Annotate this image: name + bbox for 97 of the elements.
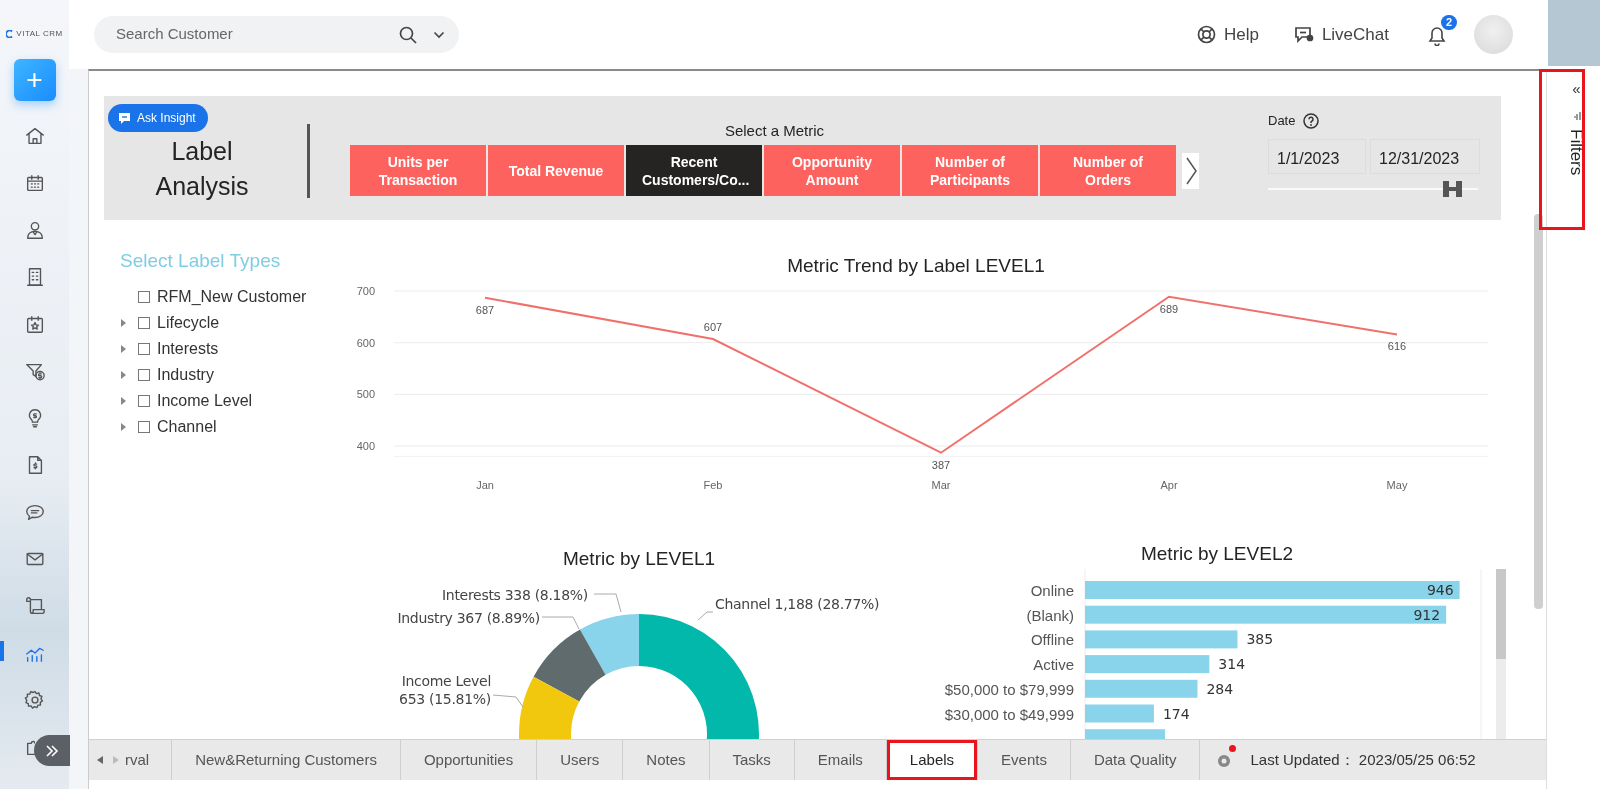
data-label: 689 [1159,302,1179,315]
data-label: Channel 1,188 (28.77%) [715,595,880,614]
axis-label: 600 [356,336,375,349]
chart-title: Metric Trend by Label LEVEL1 [787,255,1045,276]
search-input[interactable]: Search Customer [114,22,383,47]
axis-label: Jan [476,479,494,491]
data-label: Income Level 653 (15.81%) [398,672,491,708]
help-icon[interactable] [1303,112,1320,129]
date-label: Date [1268,112,1296,130]
scrollbar[interactable] [1534,214,1543,609]
bar [1085,704,1154,723]
scrollbar[interactable] [1496,569,1506,659]
category-label: Online [1030,582,1074,599]
axis-label: 400 [356,440,375,452]
end-date-field[interactable]: 12/31/2023 [1370,138,1480,174]
data-label: 616 [1387,340,1407,353]
axis-label: Mar [931,479,951,491]
expand-button[interactable] [34,735,70,766]
logo-icon [6,30,15,38]
tree-item-label[interactable]: Channel [157,414,217,439]
checkbox[interactable] [138,368,150,381]
donut-slice [519,676,580,739]
data-label: 314 [1218,656,1246,673]
leader-line [593,593,622,613]
axis-label: Feb [703,479,723,491]
axis-label: May [1386,479,1408,491]
report-title: Label Analysis [154,136,250,202]
chat-icon [118,111,131,125]
chat-icon [1292,24,1314,45]
leader-line [492,694,524,708]
chevron-right-icon [1184,156,1197,186]
double-chevron-icon [45,744,59,757]
data-label: Industry 367 (8.89%) [397,609,540,628]
tree-item-label[interactable]: RFM_New Customer [157,284,307,309]
data-label: 284 [1206,680,1234,697]
tree-item-label[interactable]: Income Level [157,388,253,413]
search-bar[interactable]: Search Customer [94,16,459,53]
tree-item-label[interactable]: Interests [157,336,219,361]
expand-caret-icon[interactable] [120,371,126,380]
checkbox[interactable] [138,394,150,407]
scroll-left-icon[interactable] [97,756,104,764]
expand-caret-icon[interactable] [120,397,126,406]
gear-icon[interactable] [23,689,46,711]
category-label: $30,000 to $49,999 [944,705,1074,723]
data-label: 174 [1162,705,1190,722]
expand-caret-icon[interactable] [120,423,126,432]
data-label: 946 [1426,582,1454,598]
category-label: (Blank) [1026,606,1074,624]
start-date-field[interactable]: 1/1/2023 [1268,138,1366,174]
collapse-button[interactable]: « [1572,81,1581,97]
search-icon[interactable] [399,25,417,44]
bell-icon [1428,26,1446,47]
filter-icon [1573,111,1582,121]
tree-item-label[interactable]: Industry [157,362,214,387]
livechat-link[interactable]: LiveChat [1292,21,1389,48]
lifebuoy-icon [1196,25,1216,44]
section-title: Select Label Types [120,249,282,273]
expand-caret-icon[interactable] [120,319,126,328]
data-label: 607 [703,321,723,334]
axis-label: 500 [356,388,375,401]
checkbox[interactable] [138,342,150,355]
checkbox[interactable] [138,290,150,303]
data-label: 385 [1246,631,1274,648]
data-label: 912 [1413,606,1441,623]
page-tab[interactable]: rval [125,740,173,780]
metric-button[interactable]: Recent Customers/Co... [626,145,762,196]
category-label: Active [1033,656,1074,674]
page-tab[interactable]: Labels [886,740,979,780]
expand-caret-icon[interactable] [120,345,126,354]
data-label: Interests 338 (8.18%) [442,586,588,605]
chevron-down-icon[interactable] [433,30,445,39]
notification-count: 2 [1441,14,1458,30]
checkbox[interactable] [138,316,150,329]
data-label: 387 [931,458,951,471]
axis-label: 700 [356,285,375,297]
ask-insight-button[interactable]: Ask Insight [108,104,208,132]
leader-line [541,616,580,630]
category-label: Offline [1030,631,1074,649]
chart-title: Metric by LEVEL2 [1140,543,1294,564]
logo-text: VITAL CRM [16,28,63,40]
alert-dot [1229,745,1237,752]
corner-panel [1548,0,1600,66]
next-button[interactable] [1182,153,1199,189]
gear-icon[interactable] [1216,752,1233,769]
category-label: $50,000 to $79,999 [944,680,1074,698]
metric-label: Select a Metric [723,121,826,138]
data-label: 687 [475,303,495,316]
chart-title: Metric by LEVEL1 [562,548,716,569]
home-icon[interactable] [23,125,46,147]
tree-item-label[interactable]: Lifecycle [157,310,220,335]
slider-thumb[interactable] [1441,180,1464,197]
help-link[interactable]: Help [1196,21,1259,48]
checkbox[interactable] [138,420,150,433]
scroll-icon[interactable] [23,595,46,617]
axis-label: Apr [1160,479,1178,491]
last-updated-text: Last Updated： 2023/05/25 06:52 [1250,749,1476,770]
leader-line [697,611,714,621]
